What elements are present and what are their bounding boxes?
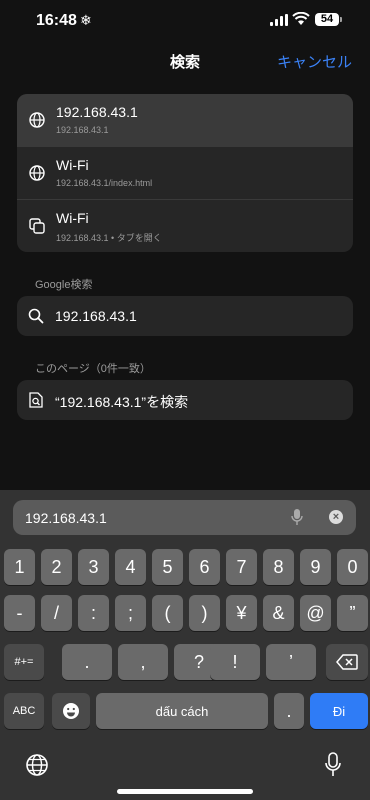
key[interactable]: 3 bbox=[78, 549, 109, 585]
key[interactable]: 7 bbox=[226, 549, 257, 585]
tabs-icon bbox=[29, 218, 45, 234]
key[interactable]: ¥ bbox=[226, 595, 257, 631]
google-search-section: 192.168.43.1 bbox=[17, 296, 353, 336]
key[interactable]: ” bbox=[337, 595, 368, 631]
clear-icon[interactable]: × bbox=[329, 510, 343, 524]
battery-icon: 54 bbox=[315, 13, 339, 26]
search-header: 検索 キャンセル bbox=[0, 44, 370, 76]
key[interactable]: 9 bbox=[300, 549, 331, 585]
emoji-icon bbox=[63, 703, 79, 719]
key[interactable]: 6 bbox=[189, 549, 220, 585]
suggestion-title: 192.168.43.1 bbox=[56, 104, 138, 120]
suggestion-subtitle: 192.168.43.1/index.html bbox=[56, 178, 153, 188]
globe-icon bbox=[29, 165, 45, 181]
space-key[interactable]: dấu cách bbox=[96, 693, 268, 729]
find-on-page-row[interactable]: “192.168.43.1”を検索 bbox=[17, 380, 353, 420]
globe-icon bbox=[29, 112, 45, 128]
wifi-icon bbox=[292, 12, 310, 25]
google-search-query: 192.168.43.1 bbox=[55, 308, 137, 324]
key[interactable]: @ bbox=[300, 595, 331, 631]
key[interactable]: 2 bbox=[41, 549, 72, 585]
suggestion-subtitle: 192.168.43.1 bbox=[56, 125, 109, 135]
backspace-icon bbox=[336, 654, 358, 670]
suggestion-item[interactable]: 192.168.43.1 192.168.43.1 bbox=[17, 94, 353, 147]
key[interactable]: ; bbox=[115, 595, 146, 631]
suggestions-list: 192.168.43.1 192.168.43.1 Wi-Fi 192.168.… bbox=[17, 94, 353, 252]
address-input[interactable]: 192.168.43.1 bbox=[25, 510, 107, 526]
symbols-switch-key[interactable]: #+= bbox=[4, 644, 44, 680]
find-in-page-icon bbox=[29, 392, 43, 408]
key[interactable]: ) bbox=[189, 595, 220, 631]
key[interactable]: , bbox=[118, 644, 168, 680]
suggestion-subtitle: 192.168.43.1 • タブを開く bbox=[56, 233, 162, 243]
search-icon bbox=[28, 308, 44, 324]
key[interactable]: & bbox=[263, 595, 294, 631]
status-bar: 16:48 ❄ 54 bbox=[0, 0, 370, 40]
key[interactable]: 1 bbox=[4, 549, 35, 585]
home-indicator bbox=[117, 789, 253, 794]
address-bar[interactable]: 192.168.43.1 × bbox=[13, 500, 356, 535]
key[interactable]: 5 bbox=[152, 549, 183, 585]
go-button[interactable]: Đi bbox=[310, 693, 368, 729]
key[interactable]: ! bbox=[210, 644, 260, 680]
find-on-page-section: “192.168.43.1”を検索 bbox=[17, 380, 353, 420]
cellular-signal-icon bbox=[270, 14, 288, 26]
suggestion-title: Wi-Fi bbox=[56, 157, 89, 173]
key[interactable]: 0 bbox=[337, 549, 368, 585]
battery-tip bbox=[340, 17, 342, 22]
google-search-row[interactable]: 192.168.43.1 bbox=[17, 296, 353, 336]
google-search-header: Google検索 bbox=[35, 279, 93, 291]
cancel-button[interactable]: キャンセル bbox=[277, 51, 352, 72]
abc-key[interactable]: ABC bbox=[4, 693, 44, 729]
suggestion-item[interactable]: Wi-Fi 192.168.43.1 • タブを開く bbox=[17, 200, 353, 252]
find-on-page-header: このページ（0件一致） bbox=[35, 363, 151, 375]
key[interactable]: 8 bbox=[263, 549, 294, 585]
suggestion-title: Wi-Fi bbox=[56, 210, 89, 226]
microphone-icon[interactable] bbox=[291, 508, 303, 526]
key[interactable]: 4 bbox=[115, 549, 146, 585]
dictation-microphone-icon[interactable] bbox=[325, 752, 341, 778]
key[interactable]: / bbox=[41, 595, 72, 631]
key[interactable]: - bbox=[4, 595, 35, 631]
key[interactable]: ( bbox=[152, 595, 183, 631]
globe-language-icon[interactable] bbox=[25, 753, 49, 777]
backspace-key[interactable] bbox=[326, 644, 368, 680]
key[interactable]: ’ bbox=[266, 644, 316, 680]
snowflake-icon: ❄ bbox=[80, 12, 92, 28]
keyboard: 192.168.43.1 × 1 2 3 4 5 6 7 8 9 0 - / :… bbox=[0, 490, 370, 800]
status-time: 16:48 bbox=[36, 12, 77, 29]
suggestion-item[interactable]: Wi-Fi 192.168.43.1/index.html bbox=[17, 147, 353, 200]
emoji-key[interactable] bbox=[52, 693, 90, 729]
period-key[interactable]: . bbox=[274, 693, 304, 729]
key[interactable]: . bbox=[62, 644, 112, 680]
find-on-page-text: “192.168.43.1”を検索 bbox=[55, 394, 189, 410]
key[interactable]: : bbox=[78, 595, 109, 631]
